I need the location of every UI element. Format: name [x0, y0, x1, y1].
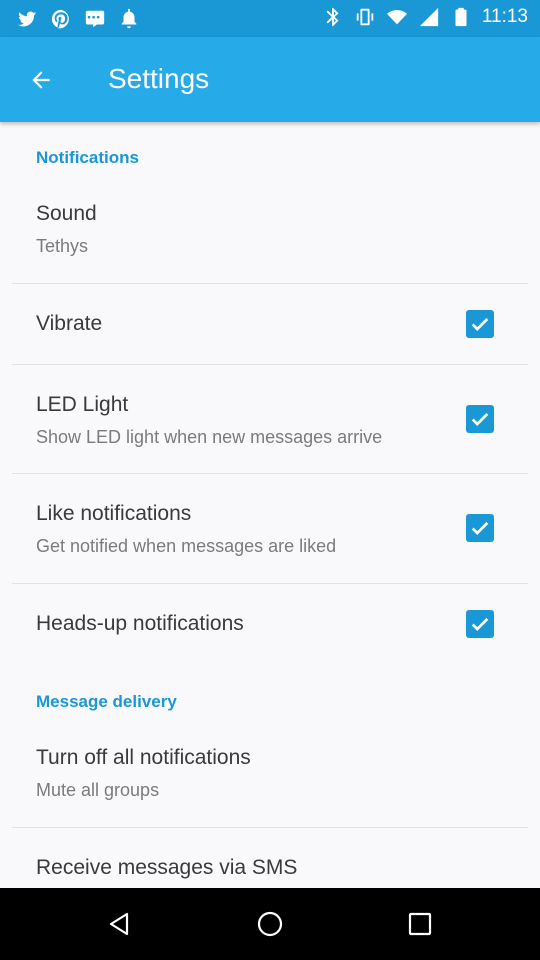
nav-recents-button[interactable]	[400, 904, 440, 944]
check-icon	[471, 412, 489, 426]
setting-vibrate-title: Vibrate	[36, 312, 103, 335]
setting-receive-sms[interactable]: Receive messages via SMS	[0, 828, 540, 888]
section-header-notifications: Notifications	[36, 148, 139, 167]
setting-like-notifications[interactable]: Like notifications Get notified when mes…	[0, 474, 540, 583]
nav-home-button[interactable]	[250, 904, 290, 944]
app-bar: Settings	[0, 37, 540, 122]
back-button[interactable]	[18, 57, 64, 103]
notification-app-icon	[118, 8, 140, 30]
nav-back-button[interactable]	[100, 904, 140, 944]
recents-square-icon	[408, 912, 432, 936]
setting-led-light-title: LED Light	[36, 393, 129, 416]
back-triangle-icon	[109, 912, 129, 936]
check-icon	[471, 521, 489, 535]
page-title: Settings	[108, 63, 210, 94]
setting-led-light-subtitle: Show LED light when new messages arrive	[36, 427, 383, 447]
setting-receive-sms-title: Receive messages via SMS	[36, 856, 298, 879]
chat-app-icon	[84, 8, 106, 30]
home-circle-icon	[257, 911, 283, 937]
heads-up-checkbox[interactable]	[466, 610, 494, 638]
status-bar: 11:13	[0, 0, 540, 37]
status-time: 11:13	[481, 6, 528, 27]
setting-like-notifications-subtitle: Get notified when messages are liked	[36, 536, 337, 556]
led-light-checkbox[interactable]	[466, 405, 494, 433]
setting-sound[interactable]: Sound Tethys	[0, 190, 540, 283]
wifi-icon	[386, 6, 408, 28]
setting-like-notifications-title: Like notifications	[36, 502, 192, 525]
signal-icon	[418, 6, 440, 28]
setting-heads-up-title: Heads-up notifications	[36, 612, 244, 635]
twitter-icon	[16, 8, 38, 30]
setting-turn-off-notifications[interactable]: Turn off all notifications Mute all grou…	[0, 734, 540, 827]
check-icon	[471, 617, 489, 631]
settings-list[interactable]: Notifications Sound Tethys Vibrate LED L…	[0, 122, 540, 888]
vibrate-icon	[354, 6, 376, 28]
like-notifications-checkbox[interactable]	[466, 514, 494, 542]
bluetooth-icon	[322, 6, 344, 28]
section-header-message-delivery: Message delivery	[36, 692, 177, 711]
check-icon	[471, 317, 489, 331]
setting-vibrate[interactable]: Vibrate	[0, 284, 540, 364]
setting-sound-subtitle: Tethys	[36, 236, 89, 256]
vibrate-checkbox[interactable]	[466, 310, 494, 338]
setting-heads-up-notifications[interactable]: Heads-up notifications	[0, 584, 540, 664]
setting-sound-title: Sound	[36, 202, 97, 225]
setting-led-light[interactable]: LED Light Show LED light when new messag…	[0, 365, 540, 473]
setting-turn-off-subtitle: Mute all groups	[36, 780, 160, 800]
navigation-bar	[0, 888, 540, 960]
pinterest-icon	[50, 8, 72, 30]
setting-turn-off-title: Turn off all notifications	[36, 746, 251, 769]
battery-icon	[450, 6, 472, 28]
arrow-back-icon	[32, 71, 50, 89]
